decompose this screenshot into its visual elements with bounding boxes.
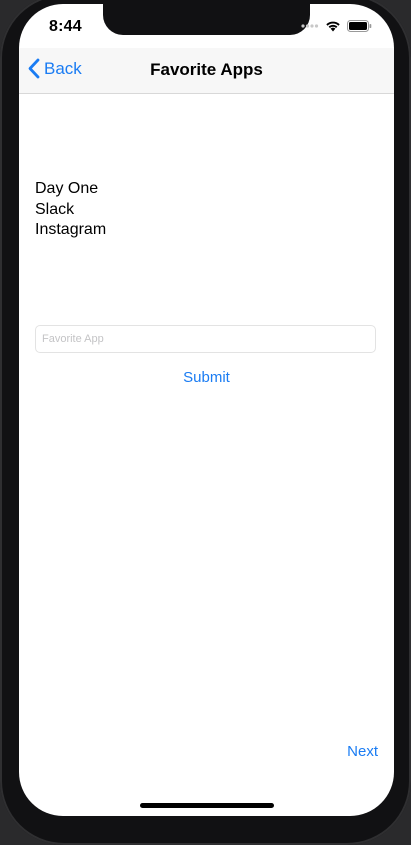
favorite-app-input[interactable]: Favorite App — [35, 325, 376, 353]
navigation-bar: Back Favorite Apps — [19, 48, 394, 94]
list-item: Day One — [35, 180, 99, 197]
submit-button[interactable]: Submit — [19, 369, 394, 386]
wifi-icon — [326, 21, 340, 32]
device-notch — [103, 4, 310, 35]
device-frame: 8:44 Back Favorite Apps Day One Slack In… — [0, 0, 411, 845]
list-item: Slack — [35, 200, 75, 218]
battery-icon — [347, 20, 372, 32]
favorite-app-placeholder: Favorite App — [42, 333, 104, 345]
favorite-apps-list: Day One Slack Instagram — [35, 179, 106, 241]
status-time: 8:44 — [49, 18, 82, 35]
next-button[interactable]: Next — [347, 743, 378, 760]
device-screen: 8:44 Back Favorite Apps Day One Slack In… — [19, 4, 394, 816]
home-indicator[interactable] — [140, 803, 274, 808]
signal-dots-icon — [301, 24, 319, 28]
list-item: Instagram — [35, 221, 107, 238]
status-icons — [301, 20, 372, 32]
page-title: Favorite Apps — [150, 60, 263, 79]
